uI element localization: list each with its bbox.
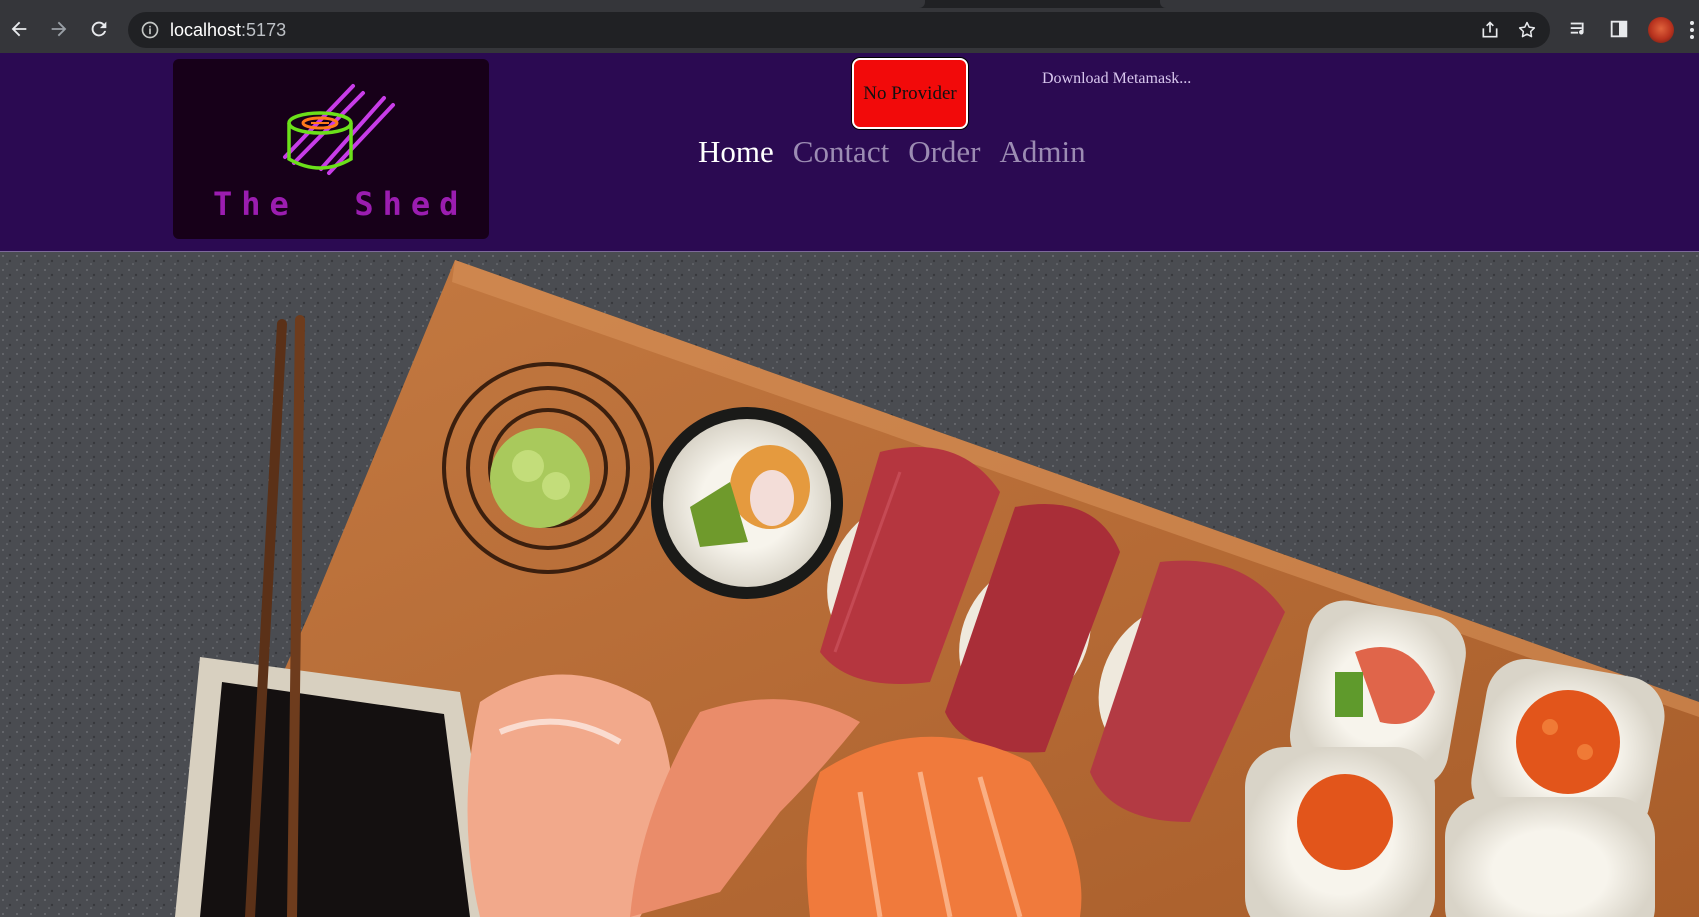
side-panel-icon[interactable]	[1608, 18, 1630, 40]
nav-admin[interactable]: Admin	[999, 135, 1085, 169]
info-icon[interactable]	[140, 20, 160, 40]
browser-tab-active[interactable]	[0, 0, 925, 8]
kebab-menu-icon[interactable]	[1690, 21, 1694, 39]
hero-image	[0, 252, 1699, 917]
sushi-platter-photo	[0, 252, 1699, 917]
nav-contact[interactable]: Contact	[793, 135, 889, 169]
profile-avatar[interactable]	[1648, 17, 1674, 43]
url-port: :5173	[241, 20, 287, 40]
arrow-left-icon[interactable]	[8, 18, 30, 40]
logo-text: The Shed	[213, 185, 468, 223]
arrow-right-icon[interactable]	[48, 18, 70, 40]
url-text[interactable]: localhost:5173	[170, 21, 286, 39]
browser-toolbar: localhost:5173	[0, 8, 1699, 54]
address-bar[interactable]: localhost:5173	[128, 12, 1550, 48]
media-queue-icon[interactable]	[1568, 18, 1590, 40]
site-header: The Shed No Provider Download Metamask..…	[0, 53, 1699, 252]
browser-tab-other[interactable]	[1160, 0, 1699, 8]
url-host: localhost	[170, 20, 242, 40]
nav-home[interactable]: Home	[698, 135, 774, 169]
reload-icon[interactable]	[88, 18, 110, 40]
logo[interactable]: The Shed	[173, 59, 489, 239]
nav-order[interactable]: Order	[908, 135, 980, 169]
star-icon[interactable]	[1517, 20, 1537, 40]
download-metamask-link[interactable]: Download Metamask...	[1042, 70, 1191, 88]
main-nav: Home Contact Order Admin	[698, 135, 1086, 169]
share-icon[interactable]	[1480, 20, 1500, 40]
provider-button[interactable]: No Provider	[852, 58, 968, 129]
